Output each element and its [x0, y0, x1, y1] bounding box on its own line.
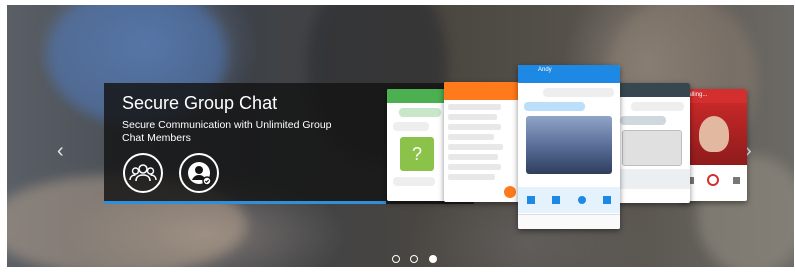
secure-user-icon: [179, 153, 219, 193]
attachment-bar: [518, 187, 620, 213]
phone-header: [444, 82, 520, 100]
call-controls: [680, 165, 747, 195]
file-help-icon: ?: [400, 137, 434, 171]
chat-bubble: [393, 177, 435, 186]
gallery-icon: [526, 196, 535, 204]
map-preview: [622, 130, 682, 166]
phone-chat-map: [614, 83, 690, 203]
chat-bubble: [542, 88, 614, 97]
slide-progress-bar: [104, 201, 386, 204]
contact-row: [448, 174, 496, 180]
phone-chat-blue: Andy: [518, 65, 620, 229]
shared-image: [526, 116, 612, 174]
phone-header: Andy: [518, 65, 620, 83]
call-status: Calling...: [680, 89, 747, 103]
speaker-icon: [733, 176, 741, 184]
end-call-icon: [707, 174, 720, 186]
compose-fab-icon: [504, 186, 516, 198]
slide-title: Secure Group Chat: [122, 93, 278, 113]
carousel-indicator[interactable]: [392, 255, 400, 263]
attachment-bar: [614, 169, 690, 189]
phone-contact-list: [444, 82, 520, 202]
message-input: [518, 214, 620, 229]
contact-row: [448, 154, 499, 160]
contact-row: [448, 134, 494, 140]
contact-row: [448, 114, 498, 120]
contact-row: [448, 104, 502, 110]
chat-bubble: [524, 102, 586, 111]
chat-bubble: [630, 102, 684, 111]
hero-background: ‹ › Secure Group Chat Secure Communicati…: [7, 5, 794, 267]
chat-bubble: [393, 122, 429, 131]
contact-row: [448, 124, 502, 130]
chat-bubble: [620, 116, 666, 125]
hero-carousel: ‹ › Secure Group Chat Secure Communicati…: [0, 0, 795, 273]
phone-chat-green: ?: [387, 89, 447, 201]
caller-avatar-icon: [698, 116, 729, 152]
carousel-prev-button[interactable]: ‹: [57, 141, 64, 161]
contact-row: [448, 164, 502, 170]
carousel-indicator[interactable]: [410, 255, 419, 263]
carousel-indicator-active[interactable]: [428, 255, 437, 263]
slide-subtitle: Secure Communication with Unlimited Grou…: [122, 119, 332, 144]
chat-bubble: [399, 108, 441, 117]
phone-header: [387, 89, 447, 103]
camera-icon: [552, 196, 561, 204]
caller-photo: [680, 103, 747, 165]
phone-video-call: Calling...: [680, 89, 747, 201]
group-chat-icon: [123, 153, 163, 193]
phone-header: [614, 83, 690, 97]
carousel-indicators: [392, 250, 443, 267]
location-icon: [577, 196, 586, 204]
contact-row: [448, 144, 503, 150]
file-icon: [603, 196, 612, 204]
